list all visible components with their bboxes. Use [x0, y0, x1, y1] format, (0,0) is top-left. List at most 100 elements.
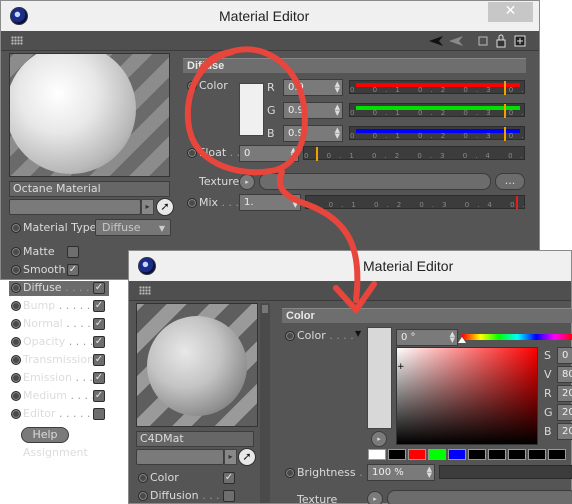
mix-slider-marker[interactable] [516, 196, 518, 210]
channel-checkbox[interactable]: ✓ [93, 354, 105, 366]
material-preview[interactable] [9, 53, 170, 177]
channel-checkbox[interactable] [67, 246, 79, 258]
rgb-slider-marker[interactable] [504, 81, 506, 95]
material-preview-2[interactable] [136, 303, 258, 427]
palette-swatch[interactable] [548, 449, 566, 460]
link-arrow-button[interactable]: ▸ [141, 199, 154, 215]
palette-swatch[interactable] [368, 449, 386, 460]
color-radio[interactable] [187, 81, 197, 91]
rgb-slider[interactable]: 0 0.1 0.2 0.3 0.4 0.5 0.6 0.7 0.8 0.9 1 [349, 80, 525, 95]
channel-radio[interactable] [11, 247, 21, 257]
back-arrow-icon[interactable] [429, 36, 443, 46]
material-name[interactable]: Octane Material [9, 181, 170, 197]
float-input[interactable]: 0 ▲ ▼ [239, 145, 299, 162]
channel-checkbox[interactable]: ✓ [93, 318, 105, 330]
color-arrow-button[interactable]: ▸ [371, 431, 387, 447]
channel-checkbox[interactable]: ✓ [67, 264, 79, 276]
color-expand-icon[interactable]: ▼ [355, 329, 361, 338]
forward-arrow-icon[interactable] [449, 36, 463, 46]
material-name-2[interactable]: C4DMat [136, 431, 254, 447]
hue-marker-icon[interactable] [458, 337, 466, 343]
hue-strip[interactable] [462, 334, 572, 340]
scroll-up-icon[interactable] [262, 305, 268, 313]
channel-checkbox[interactable]: ✓ [93, 372, 105, 384]
hsv-value-input[interactable]: 80 [557, 366, 572, 383]
grip-icon[interactable] [139, 286, 151, 295]
palette-swatch[interactable] [408, 449, 426, 460]
channel-checkbox[interactable]: ✓ [93, 300, 105, 312]
palette-swatch[interactable] [388, 449, 406, 460]
texture-arrow-button-2[interactable]: ▸ [367, 491, 383, 504]
rgb-slider-marker[interactable] [504, 127, 506, 141]
saturation-value-picker[interactable]: + [396, 347, 538, 445]
title-bar-2[interactable]: Material Editor [129, 251, 571, 281]
hue-input[interactable]: 0 ° ▲ ▼ [396, 329, 458, 346]
close-button[interactable]: ✕ [488, 2, 533, 22]
texture-arrow-button[interactable]: ▸ [239, 174, 255, 190]
channel-checkbox[interactable] [93, 408, 105, 420]
rgb-slider[interactable]: 0 0.1 0.2 0.3 0.4 0.5 0.6 0.7 0.8 0.9 1 [349, 126, 525, 141]
channel-radio[interactable] [11, 373, 21, 383]
material-type-radio[interactable] [11, 223, 21, 233]
pick-cursor-button-2[interactable]: ➚ [238, 448, 256, 466]
mix-radio[interactable] [187, 198, 197, 208]
brightness-input[interactable]: 100 % ▲ ▼ [367, 464, 435, 481]
rgb-slider-marker[interactable] [504, 104, 506, 118]
palette-swatch[interactable] [468, 449, 486, 460]
color-radio-2[interactable] [285, 331, 295, 341]
texture-slot-2[interactable] [387, 490, 572, 504]
channel-radio[interactable] [11, 265, 21, 275]
float-radio[interactable] [187, 148, 197, 158]
channel-radio[interactable] [138, 473, 148, 483]
color-section-header[interactable]: Color [282, 308, 572, 323]
hsv-value-input[interactable]: 20 [557, 385, 572, 402]
float-slider-marker[interactable] [316, 147, 318, 161]
diffuse-section-header[interactable]: Diffuse [183, 58, 526, 73]
material-type-dropdown[interactable]: Diffuse ▼ [95, 219, 171, 236]
channel-radio[interactable] [11, 283, 21, 293]
palette-swatch[interactable] [508, 449, 526, 460]
title-bar[interactable]: Material Editor ✕ [1, 1, 539, 31]
assignment-tab[interactable]: Assignment [23, 446, 88, 459]
pick-cursor-button[interactable]: ➚ [156, 198, 174, 216]
palette-swatch[interactable] [428, 449, 446, 460]
help-button[interactable]: Help [21, 427, 69, 443]
channel-radio[interactable] [11, 355, 21, 365]
lock-icon[interactable] [496, 39, 506, 48]
channel-radio[interactable] [11, 301, 21, 311]
channel-radio[interactable] [11, 337, 21, 347]
layout-icon[interactable] [478, 36, 488, 46]
brightness-slider[interactable] [439, 465, 572, 479]
grip-icon[interactable] [11, 36, 23, 45]
hsv-value-input[interactable]: 20 [557, 423, 572, 440]
link-field-2[interactable] [136, 449, 224, 465]
mix-input[interactable]: 1. ▲ ▼ [239, 194, 301, 211]
rgb-slider[interactable]: 0 0.1 0.2 0.3 0.4 0.5 0.6 0.7 0.8 0.9 1 [349, 103, 525, 118]
channel-radio[interactable] [138, 491, 148, 501]
channel-checkbox[interactable]: ✓ [93, 336, 105, 348]
hsv-value-input[interactable]: 0 [557, 347, 572, 364]
channel-checkbox[interactable] [223, 490, 235, 502]
texture-slot[interactable] [259, 173, 491, 190]
float-slider[interactable]: 0 0.1 0.2 0.3 0.4 0.5 0.6 0.7 0.8 0.9 1 [303, 146, 525, 161]
channel-radio[interactable] [11, 319, 21, 329]
channel-checkbox[interactable]: ✓ [93, 282, 105, 294]
rgb-value-input[interactable]: 0.9 ▲ ▼ [283, 125, 343, 142]
color-swatch-2[interactable] [367, 327, 392, 429]
palette-swatch[interactable] [528, 449, 546, 460]
brightness-radio[interactable] [285, 468, 295, 478]
link-arrow-button-2[interactable]: ▸ [224, 449, 237, 465]
rgb-value-input[interactable]: 0.9 ▲ ▼ [283, 102, 343, 119]
hsv-value-input[interactable]: 20 [557, 404, 572, 421]
channel-checkbox[interactable]: ✓ [223, 472, 235, 484]
channel-checkbox[interactable]: ✓ [93, 390, 105, 402]
color-swatch[interactable] [239, 83, 264, 136]
palette-swatch[interactable] [448, 449, 466, 460]
rgb-value-input[interactable]: 0.9 ▲ ▼ [283, 79, 343, 96]
palette-swatch[interactable] [488, 449, 506, 460]
channel-radio[interactable] [11, 409, 21, 419]
texture-browse-button[interactable]: ... [495, 173, 525, 190]
link-field[interactable] [9, 199, 141, 215]
channel-radio[interactable] [11, 391, 21, 401]
preview-scrollbar[interactable] [260, 303, 270, 503]
